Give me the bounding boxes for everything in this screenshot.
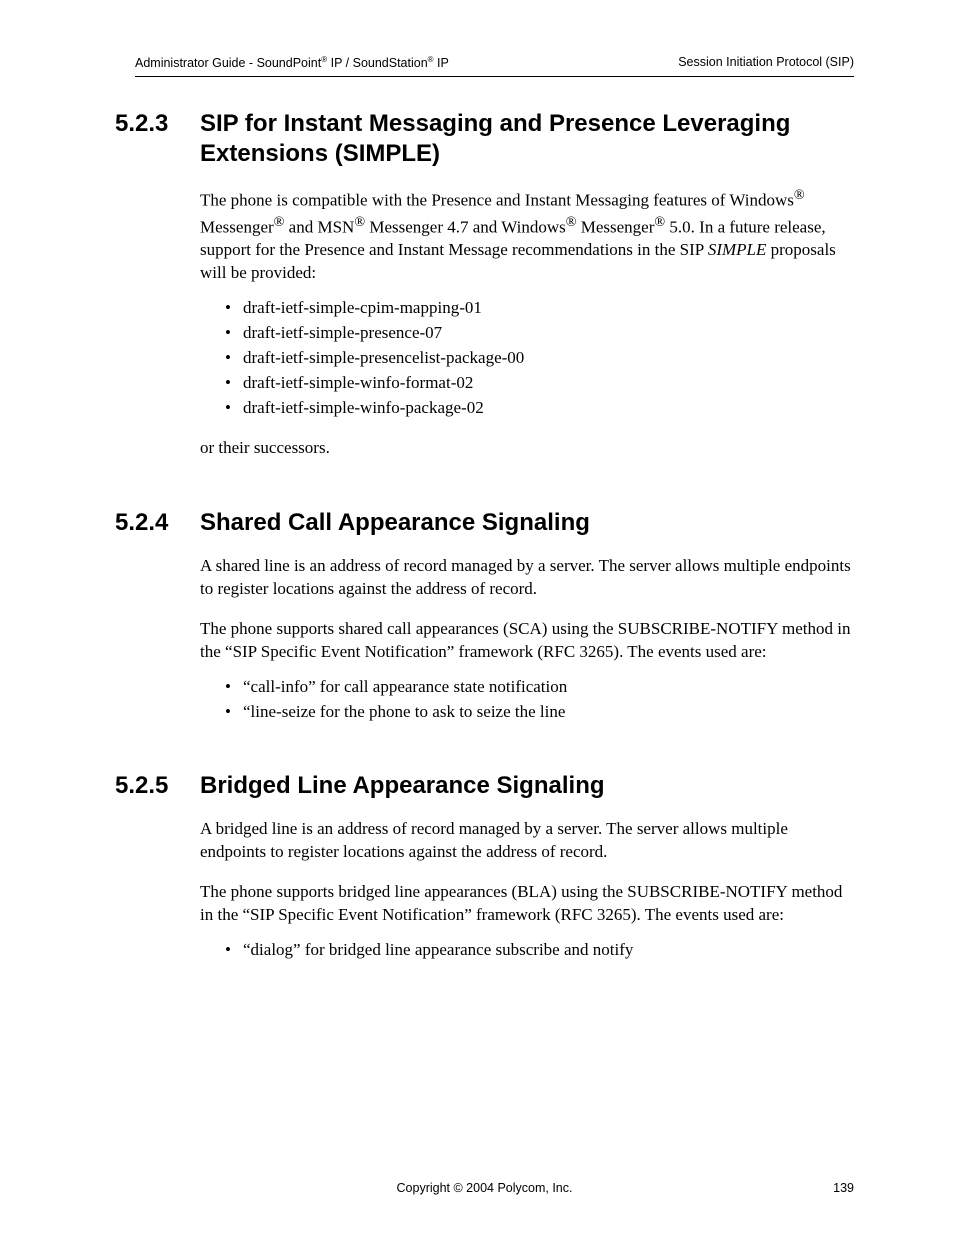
list-item: “dialog” for bridged line appearance sub…	[225, 939, 854, 962]
footer-copyright: Copyright © 2004 Polycom, Inc.	[115, 1181, 854, 1195]
page-footer: Copyright © 2004 Polycom, Inc. 139	[115, 1181, 854, 1195]
reg-mark: ®	[274, 214, 285, 230]
section-number: 5.2.4	[115, 508, 200, 538]
list-item: draft-ietf-simple-cpim-mapping-01	[225, 297, 854, 320]
text: Messenger	[200, 217, 274, 236]
list-item: draft-ietf-simple-presence-07	[225, 322, 854, 345]
header-right: Session Initiation Protocol (SIP)	[678, 55, 854, 70]
text: Messenger	[576, 217, 654, 236]
reg-mark: ®	[566, 214, 577, 230]
section-title: Bridged Line Appearance Signaling	[200, 771, 854, 801]
header-left: Administrator Guide - SoundPoint® IP / S…	[135, 55, 449, 70]
page-header: Administrator Guide - SoundPoint® IP / S…	[135, 55, 854, 77]
text: The phone is compatible with the Presenc…	[200, 191, 794, 210]
paragraph: A shared line is an address of record ma…	[200, 555, 854, 601]
document-page: Administrator Guide - SoundPoint ® IP / S…	[0, 0, 954, 1235]
bullet-list: draft-ietf-simple-cpim-mapping-01 draft-…	[225, 297, 854, 420]
paragraph: A bridged line is an address of record m…	[200, 818, 854, 864]
text: Messenger 4.7 and Windows	[365, 217, 566, 236]
reg-mark: ®	[794, 187, 805, 203]
text: and MSN	[284, 217, 354, 236]
text-emphasis: SIMPLE	[708, 240, 767, 259]
section-heading: 5.2.5 Bridged Line Appearance Signaling	[115, 771, 854, 801]
list-item: draft-ietf-simple-presencelist-package-0…	[225, 347, 854, 370]
paragraph: or their successors.	[200, 437, 854, 460]
paragraph: The phone is compatible with the Presenc…	[200, 186, 854, 285]
section-heading: 5.2.3 SIP for Instant Messaging and Pres…	[115, 109, 854, 169]
paragraph: The phone supports shared call appearanc…	[200, 618, 854, 664]
reg-mark: ®	[354, 214, 365, 230]
paragraph: The phone supports bridged line appearan…	[200, 881, 854, 927]
page-number: 139	[833, 1181, 854, 1195]
bullet-list: “dialog” for bridged line appearance sub…	[225, 939, 854, 962]
header-left-mid: IP / SoundStation	[327, 56, 428, 70]
section-525: 5.2.5 Bridged Line Appearance Signaling …	[115, 771, 854, 962]
list-item: “call-info” for call appearance state no…	[225, 676, 854, 699]
section-number: 5.2.5	[115, 771, 200, 801]
bullet-list: “call-info” for call appearance state no…	[225, 676, 854, 724]
list-item: draft-ietf-simple-winfo-format-02	[225, 372, 854, 395]
section-title: Shared Call Appearance Signaling	[200, 508, 854, 538]
reg-mark: ®	[654, 214, 665, 230]
section-number: 5.2.3	[115, 109, 200, 169]
header-left-suffix: IP	[434, 56, 449, 70]
section-524: 5.2.4 Shared Call Appearance Signaling A…	[115, 508, 854, 724]
header-left-prefix: Administrator Guide - SoundPoint	[135, 56, 321, 70]
section-523: 5.2.3 SIP for Instant Messaging and Pres…	[115, 109, 854, 460]
list-item: draft-ietf-simple-winfo-package-02	[225, 397, 854, 420]
list-item: “line-seize for the phone to ask to seiz…	[225, 701, 854, 724]
section-title: SIP for Instant Messaging and Presence L…	[200, 109, 854, 169]
section-heading: 5.2.4 Shared Call Appearance Signaling	[115, 508, 854, 538]
